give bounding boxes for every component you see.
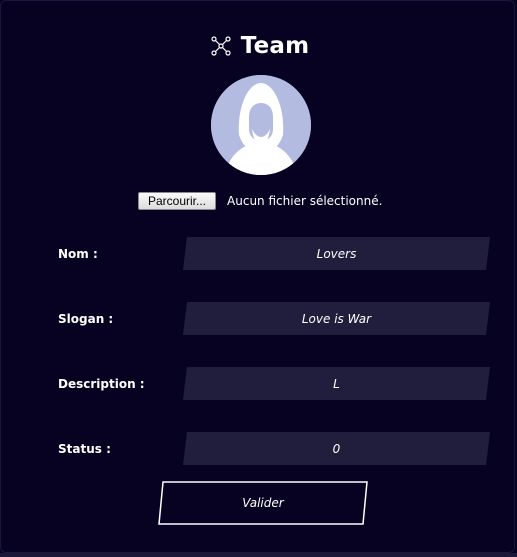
hooded-person-avatar-icon [211,75,311,175]
slogan-label: Slogan : [58,312,114,326]
team-avatar [211,75,311,175]
file-status-text: Aucun fichier sélectionné. [227,194,383,208]
name-field[interactable]: Lovers [183,237,490,270]
page-header: Team [1,33,517,59]
description-label: Description : [58,377,145,391]
browse-button[interactable]: Parcourir... [138,192,217,210]
description-field[interactable]: L [183,367,490,400]
status-field[interactable]: 0 [183,432,490,465]
submit-button[interactable]: Valider [158,481,368,525]
network-nodes-icon [211,36,231,56]
slogan-field[interactable]: Love is War [183,302,490,335]
status-label: Status : [58,442,111,456]
file-upload-row: Parcourir... Aucun fichier sélectionné. [138,192,382,210]
team-form-panel: Team Parcourir... Aucun fichier sélectio… [0,0,515,553]
name-label: Nom : [58,247,98,261]
page-title: Team [240,33,310,59]
page-bottom-edge [0,553,517,557]
submit-button-label: Valider [242,496,284,510]
